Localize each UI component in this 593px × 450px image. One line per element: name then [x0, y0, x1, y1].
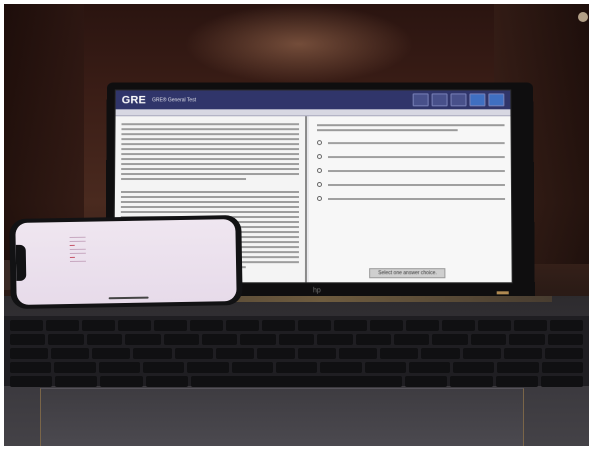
answer-choice[interactable] [317, 168, 505, 174]
gre-header: GRE GRE® General Test [115, 90, 511, 110]
answer-choice[interactable] [317, 182, 505, 188]
phone-screen-text [69, 234, 87, 265]
smartphone [9, 214, 243, 310]
radio-icon[interactable] [317, 182, 322, 188]
header-button-5[interactable] [488, 93, 505, 107]
header-buttons [412, 93, 505, 107]
wall-light [184, 4, 414, 84]
header-button-4[interactable] [469, 93, 486, 107]
header-button-3[interactable] [450, 93, 467, 107]
info-bar [115, 109, 511, 117]
gre-logo-icon: GRE [121, 93, 147, 106]
answer-choice[interactable] [317, 140, 505, 146]
radio-icon[interactable] [317, 168, 322, 174]
radio-icon[interactable] [317, 140, 322, 146]
hinge-right [496, 291, 509, 295]
touchpad[interactable] [40, 388, 524, 446]
radio-icon[interactable] [316, 195, 323, 201]
phone-screen[interactable] [15, 219, 237, 305]
phone-notch [15, 244, 27, 281]
header-button-2[interactable] [431, 93, 448, 107]
answer-choice[interactable] [316, 195, 506, 201]
keyboard[interactable] [4, 316, 589, 387]
answer-choice[interactable] [317, 154, 505, 160]
header-button-1[interactable] [412, 93, 429, 107]
question-pane: Select one answer choice. [308, 116, 513, 284]
radio-icon[interactable] [317, 154, 322, 160]
gre-subtitle: GRE® General Test [152, 96, 197, 103]
photo: GRE GRE® General Test Select one answer … [4, 4, 589, 446]
ceiling-lamp [578, 12, 588, 22]
home-indicator [108, 296, 149, 300]
hp-logo-icon: hp [312, 287, 321, 295]
select-answer-prompt: Select one answer choice. [369, 268, 446, 279]
